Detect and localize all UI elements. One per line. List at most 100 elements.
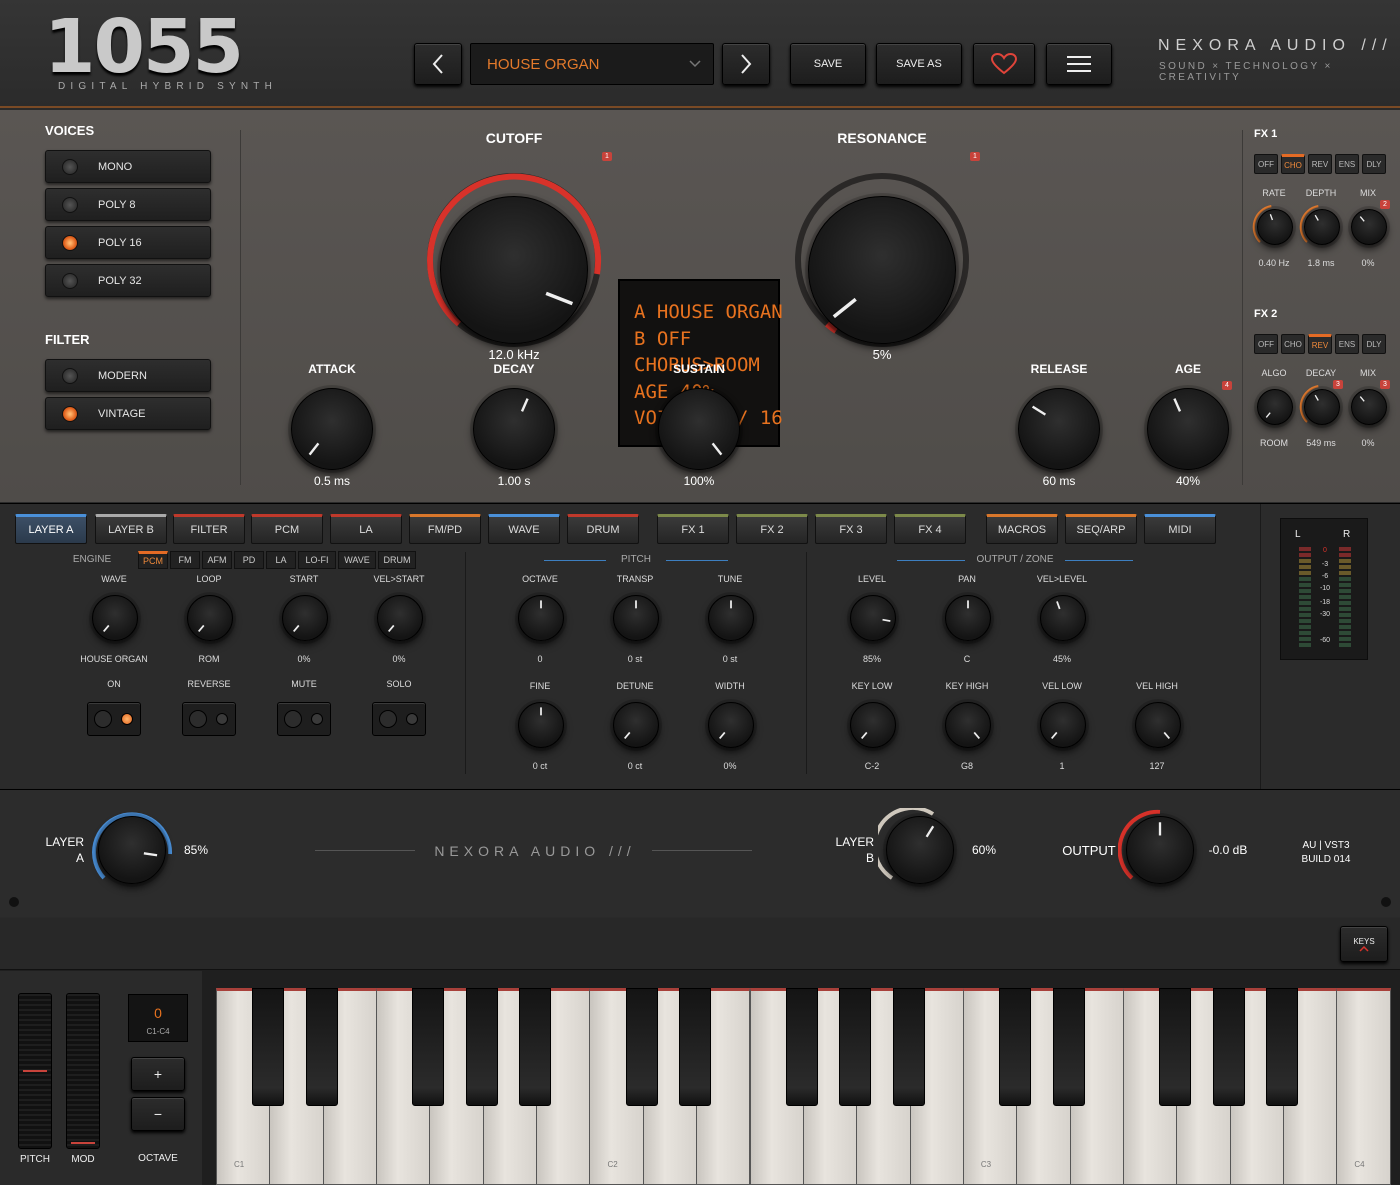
fx1-type-off[interactable]: OFF bbox=[1254, 154, 1278, 174]
tab-fx-4[interactable]: FX 4 bbox=[894, 514, 966, 544]
fx2-decay-knob[interactable] bbox=[1304, 389, 1340, 425]
piano-black-key[interactable] bbox=[1052, 988, 1085, 1106]
tab-layer-b[interactable]: LAYER B bbox=[95, 514, 167, 544]
fx2-mix-knob[interactable] bbox=[1351, 389, 1387, 425]
engine_knobs-2-knob[interactable] bbox=[282, 595, 328, 641]
engine-tab-wave[interactable]: WAVE bbox=[338, 551, 376, 569]
tab-layer-a[interactable]: LAYER A bbox=[15, 514, 87, 544]
menu-button[interactable] bbox=[1046, 43, 1112, 85]
attack-knob[interactable] bbox=[291, 388, 373, 470]
piano-black-key[interactable] bbox=[785, 988, 818, 1106]
pitch-row2-1-knob[interactable] bbox=[613, 702, 659, 748]
reverse-switch[interactable] bbox=[182, 702, 236, 736]
piano-black-key[interactable] bbox=[465, 988, 498, 1106]
output-row1-0-knob[interactable] bbox=[850, 595, 896, 641]
keys-toggle-button[interactable]: KEYS bbox=[1340, 926, 1388, 962]
next-preset-button[interactable] bbox=[722, 43, 770, 85]
tab-macros[interactable]: MACROS bbox=[986, 514, 1058, 544]
fx1-type-cho[interactable]: CHO bbox=[1281, 154, 1305, 174]
piano-black-key[interactable] bbox=[625, 988, 658, 1106]
pitch-row1-2-knob[interactable] bbox=[708, 595, 754, 641]
engine_knobs-0-knob[interactable] bbox=[92, 595, 138, 641]
preset-selector[interactable]: HOUSE ORGAN bbox=[470, 43, 714, 85]
output-knob[interactable] bbox=[1126, 816, 1194, 884]
save-button[interactable]: SAVE bbox=[790, 43, 866, 85]
pitch-row2-2-knob[interactable] bbox=[708, 702, 754, 748]
piano-black-key[interactable] bbox=[999, 988, 1032, 1106]
mod-wheel[interactable] bbox=[66, 993, 100, 1149]
engine-tab-pcm[interactable]: PCM bbox=[138, 551, 168, 569]
output-row2-1-knob[interactable] bbox=[945, 702, 991, 748]
fx2-type-cho[interactable]: CHO bbox=[1281, 334, 1305, 354]
mute-switch[interactable] bbox=[277, 702, 331, 736]
pitch-row1-0-knob[interactable] bbox=[518, 595, 564, 641]
fx1-type-ens[interactable]: ENS bbox=[1335, 154, 1359, 174]
age-knob[interactable] bbox=[1147, 388, 1229, 470]
output-row2-0-knob[interactable] bbox=[850, 702, 896, 748]
layer-b-knob[interactable] bbox=[886, 816, 954, 884]
fx1-type-dly[interactable]: DLY bbox=[1362, 154, 1386, 174]
piano-black-key[interactable] bbox=[519, 988, 552, 1106]
octave-down-button[interactable]: − bbox=[131, 1097, 185, 1131]
piano-black-key[interactable] bbox=[1266, 988, 1298, 1106]
filter-button-modern[interactable]: MODERN bbox=[45, 359, 211, 392]
engine-tab-fm[interactable]: FM bbox=[170, 551, 200, 569]
piano-black-key[interactable] bbox=[839, 988, 872, 1106]
engine-tab-lo-fi[interactable]: LO-FI bbox=[298, 551, 336, 569]
tab-midi[interactable]: MIDI bbox=[1144, 514, 1216, 544]
favorite-button[interactable] bbox=[973, 43, 1035, 85]
piano-black-key[interactable] bbox=[1212, 988, 1245, 1106]
tab-filter[interactable]: FILTER bbox=[173, 514, 245, 544]
release-knob[interactable] bbox=[1018, 388, 1100, 470]
fx2-type-ens[interactable]: ENS bbox=[1335, 334, 1359, 354]
voice-button-mono[interactable]: MONO bbox=[45, 150, 211, 183]
pitch-wheel[interactable] bbox=[18, 993, 52, 1149]
sustain-knob[interactable] bbox=[658, 388, 740, 470]
save-as-button[interactable]: SAVE AS bbox=[876, 43, 962, 85]
octave-up-button[interactable]: + bbox=[131, 1057, 185, 1091]
tab-fx-2[interactable]: FX 2 bbox=[736, 514, 808, 544]
voice-button-poly-16[interactable]: POLY 16 bbox=[45, 226, 211, 259]
pitch-row2-0-knob[interactable] bbox=[518, 702, 564, 748]
engine_knobs-1-knob[interactable] bbox=[187, 595, 233, 641]
tab-wave[interactable]: WAVE bbox=[488, 514, 560, 544]
fx2-algo-knob[interactable] bbox=[1257, 389, 1293, 425]
fx1-mix-knob[interactable] bbox=[1351, 209, 1387, 245]
engine-tab-la[interactable]: LA bbox=[266, 551, 296, 569]
piano-black-key[interactable] bbox=[305, 988, 338, 1106]
fx1-type-rev[interactable]: REV bbox=[1308, 154, 1332, 174]
piano-black-key[interactable] bbox=[679, 988, 712, 1106]
tab-drum[interactable]: DRUM bbox=[567, 514, 639, 544]
prev-preset-button[interactable] bbox=[414, 43, 462, 85]
voice-button-poly-8[interactable]: POLY 8 bbox=[45, 188, 211, 221]
piano-white-key[interactable] bbox=[1336, 988, 1391, 1185]
pitch-row1-1-knob[interactable] bbox=[613, 595, 659, 641]
cutoff-knob[interactable] bbox=[440, 196, 588, 344]
tab-fx-1[interactable]: FX 1 bbox=[657, 514, 729, 544]
solo-switch[interactable] bbox=[372, 702, 426, 736]
fx2-type-rev[interactable]: REV bbox=[1308, 334, 1332, 354]
fx2-type-off[interactable]: OFF bbox=[1254, 334, 1278, 354]
output-row1-2-knob[interactable] bbox=[1040, 595, 1086, 641]
piano-black-key[interactable] bbox=[252, 988, 285, 1106]
engine-tab-pd[interactable]: PD bbox=[234, 551, 264, 569]
fx1-rate-knob[interactable] bbox=[1257, 209, 1293, 245]
output-row2-3-knob[interactable] bbox=[1135, 702, 1181, 748]
tab-seq-arp[interactable]: SEQ/ARP bbox=[1065, 514, 1137, 544]
fx2-type-dly[interactable]: DLY bbox=[1362, 334, 1386, 354]
layer-a-knob[interactable] bbox=[98, 816, 166, 884]
engine-tab-drum[interactable]: DRUM bbox=[378, 551, 416, 569]
piano-black-key[interactable] bbox=[892, 988, 925, 1106]
engine-tab-afm[interactable]: AFM bbox=[202, 551, 232, 569]
output-row1-1-knob[interactable] bbox=[945, 595, 991, 641]
filter-button-vintage[interactable]: VINTAGE bbox=[45, 397, 211, 430]
piano-black-key[interactable] bbox=[1159, 988, 1192, 1106]
on-switch[interactable] bbox=[87, 702, 141, 736]
tab-fm-pd[interactable]: FM/PD bbox=[409, 514, 481, 544]
tab-pcm[interactable]: PCM bbox=[251, 514, 323, 544]
resonance-knob[interactable] bbox=[808, 196, 956, 344]
voice-button-poly-32[interactable]: POLY 32 bbox=[45, 264, 211, 297]
engine_knobs-3-knob[interactable] bbox=[377, 595, 423, 641]
tab-la[interactable]: LA bbox=[330, 514, 402, 544]
output-row2-2-knob[interactable] bbox=[1040, 702, 1086, 748]
